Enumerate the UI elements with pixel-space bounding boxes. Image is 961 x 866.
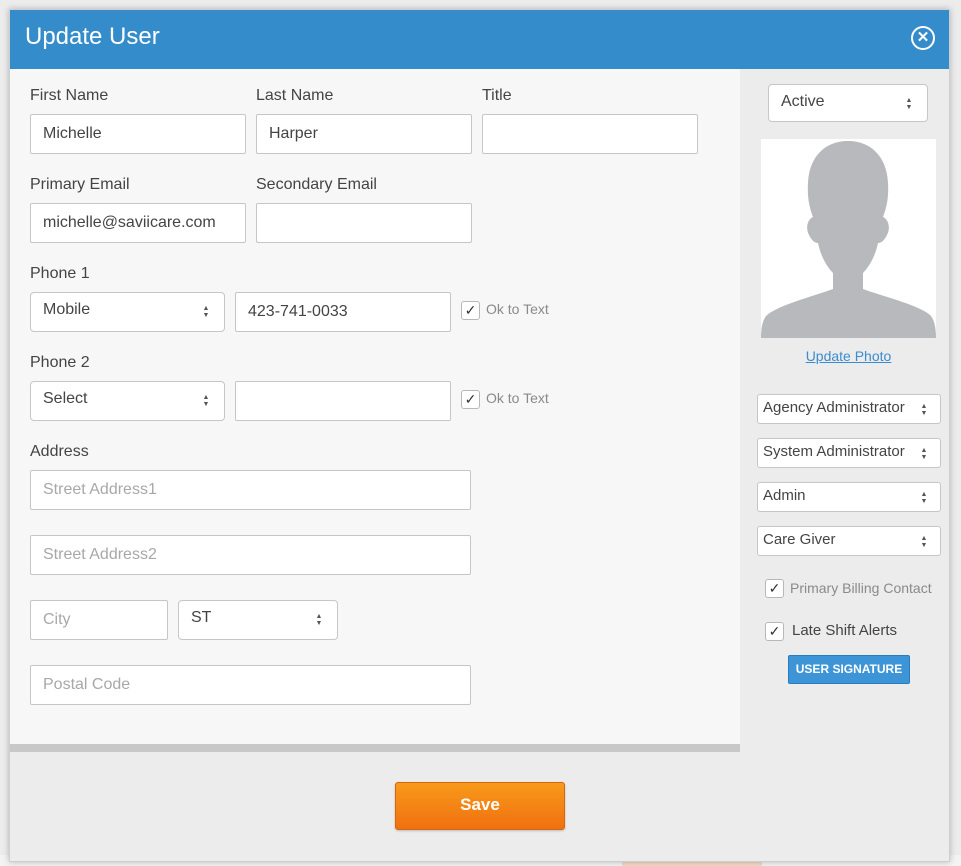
phone2-number-input[interactable] — [235, 381, 451, 421]
street-address2-input[interactable]: Street Address2 — [30, 535, 471, 575]
phone1-type-value: Mobile — [43, 301, 91, 318]
state-select[interactable]: ST ▲ ▼ — [178, 600, 338, 640]
title-label: Title — [482, 87, 512, 104]
late-shift-alerts-label: Late Shift Alerts — [792, 622, 898, 639]
select-arrows-icon: ▲ ▼ — [920, 491, 928, 505]
primary-billing-checkbox[interactable]: ✓ — [765, 579, 784, 598]
secondary-email-input[interactable] — [256, 203, 472, 243]
main-column-divider — [10, 744, 740, 752]
state-value: ST — [191, 609, 212, 626]
phone1-ok-to-text-label: Ok to Text — [486, 301, 549, 317]
last-name-label: Last Name — [256, 87, 334, 104]
avatar-silhouette-icon — [761, 139, 936, 338]
primary-billing-label: Primary Billing Contact — [790, 580, 932, 596]
select-arrows-icon: ▲ ▼ — [202, 305, 210, 319]
phone1-label: Phone 1 — [30, 265, 90, 282]
save-button[interactable]: Save — [395, 782, 565, 830]
address-label: Address — [30, 443, 89, 460]
role-value: Admin — [763, 487, 806, 504]
phone2-label: Phone 2 — [30, 354, 90, 371]
select-arrows-icon: ▲ ▼ — [920, 447, 928, 461]
role-value: System Administrator — [763, 443, 905, 460]
status-select[interactable]: Active ▲ ▼ — [768, 84, 928, 122]
close-icon[interactable]: ✕ — [911, 26, 935, 50]
postal-code-input[interactable]: Postal Code — [30, 665, 471, 705]
user-photo — [761, 139, 936, 338]
modal-title: Update User — [25, 23, 160, 50]
role-value: Agency Administrator — [763, 399, 905, 416]
role-select-care-giver[interactable]: Care Giver ▲ ▼ — [757, 526, 941, 556]
phone2-ok-to-text-label: Ok to Text — [486, 390, 549, 406]
select-arrows-icon: ▲ ▼ — [202, 394, 210, 408]
phone1-ok-to-text-checkbox[interactable]: ✓ — [461, 301, 480, 320]
role-select-system-administrator[interactable]: System Administrator ▲ ▼ — [757, 438, 941, 468]
street-address1-input[interactable]: Street Address1 — [30, 470, 471, 510]
secondary-email-label: Secondary Email — [256, 176, 377, 193]
late-shift-alerts-checkbox[interactable]: ✓ — [765, 622, 784, 641]
select-arrows-icon: ▲ ▼ — [920, 403, 928, 417]
city-input[interactable]: City — [30, 600, 168, 640]
phone2-ok-to-text-checkbox[interactable]: ✓ — [461, 390, 480, 409]
phone1-type-select[interactable]: Mobile ▲ ▼ — [30, 292, 225, 332]
first-name-label: First Name — [30, 87, 109, 104]
phone2-type-select[interactable]: Select ▲ ▼ — [30, 381, 225, 421]
modal-header: Update User ✕ — [10, 10, 949, 69]
last-name-input[interactable]: Harper — [256, 114, 472, 154]
role-value: Care Giver — [763, 531, 836, 548]
status-value: Active — [781, 93, 825, 110]
primary-email-input[interactable]: michelle@saviicare.com — [30, 203, 246, 243]
update-photo-link[interactable]: Update Photo — [761, 348, 936, 364]
phone2-type-value: Select — [43, 390, 88, 407]
user-signature-button[interactable]: USER SIGNATURE — [788, 655, 910, 684]
title-input[interactable] — [482, 114, 698, 154]
primary-email-label: Primary Email — [30, 176, 130, 193]
first-name-input[interactable]: Michelle — [30, 114, 246, 154]
update-user-modal: Update User ✕ First Name Michelle Last N… — [9, 9, 950, 862]
role-select-agency-administrator[interactable]: Agency Administrator ▲ ▼ — [757, 394, 941, 424]
select-arrows-icon: ▲ ▼ — [315, 613, 323, 627]
phone1-number-input[interactable]: 423-741-0033 — [235, 292, 451, 332]
role-select-admin[interactable]: Admin ▲ ▼ — [757, 482, 941, 512]
select-arrows-icon: ▲ ▼ — [905, 97, 913, 111]
select-arrows-icon: ▲ ▼ — [920, 535, 928, 549]
